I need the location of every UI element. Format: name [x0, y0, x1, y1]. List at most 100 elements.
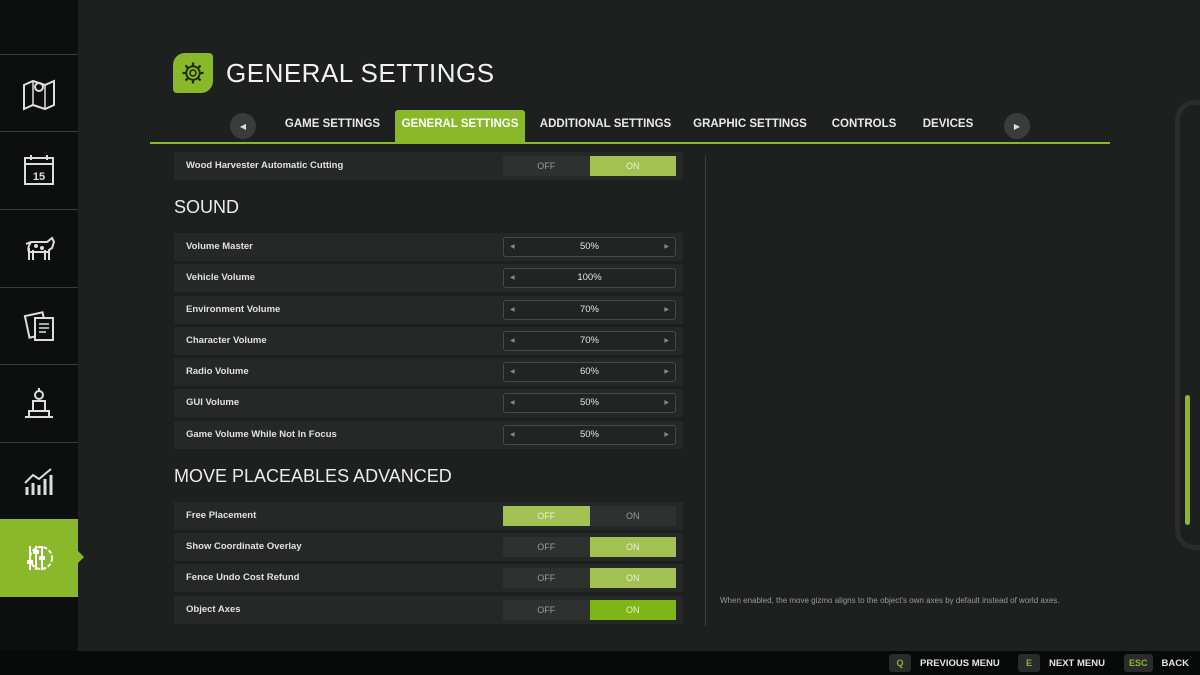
setting-label: Game Volume While Not In Focus — [186, 429, 337, 440]
setting-row-radio-volume: Radio Volume ◀ 60% ▶ — [174, 358, 683, 386]
setting-row-object-axes: Object Axes OFF ON — [174, 596, 683, 624]
environment-volume-stepper[interactable]: ◀ 70% ▶ — [503, 300, 676, 320]
hint-label: PREVIOUS MENU — [920, 657, 1000, 669]
stepper-value: 70% — [579, 335, 599, 346]
sidebar: 15 — [0, 0, 84, 651]
toggle-off[interactable]: OFF — [503, 600, 590, 620]
page-title: GENERAL SETTINGS — [226, 58, 495, 88]
stepper-right-icon[interactable]: ▶ — [664, 238, 669, 256]
tab-graphic-settings[interactable]: GRAPHIC SETTINGS — [688, 110, 812, 142]
hint-next-menu[interactable]: E NEXT MENU — [1018, 654, 1105, 672]
setting-row-character-volume: Character Volume ◀ 70% ▶ — [174, 327, 683, 355]
map-icon — [23, 78, 55, 111]
stepper-right-icon[interactable]: ▶ — [664, 332, 669, 350]
tab-general-settings[interactable]: GENERAL SETTINGS — [395, 110, 525, 142]
toggle-on[interactable]: ON — [589, 156, 676, 176]
fence-undo-refund-toggle[interactable]: OFF ON — [503, 568, 676, 588]
left-arrow-icon: ◀ — [239, 121, 247, 131]
help-text: When enabled, the move gizmo aligns to t… — [720, 596, 1060, 605]
toggle-on[interactable]: ON — [589, 568, 676, 588]
setting-row-gui-volume: GUI Volume ◀ 50% ▶ — [174, 389, 683, 417]
stepper-value: 70% — [579, 304, 599, 315]
section-title-sound: SOUND — [174, 197, 240, 217]
stepper-value: 50% — [579, 429, 599, 440]
setting-row-coordinate-overlay: Show Coordinate Overlay OFF ON — [174, 533, 683, 561]
tab-next-button[interactable]: ▶ — [1004, 113, 1030, 139]
key-esc: ESC — [1124, 654, 1153, 672]
sidebar-item-production[interactable] — [0, 364, 78, 440]
hint-back[interactable]: ESC BACK — [1124, 654, 1189, 672]
stepper-value: 50% — [579, 397, 599, 408]
gui-volume-stepper[interactable]: ◀ 50% ▶ — [503, 393, 676, 413]
setting-label: GUI Volume — [186, 397, 240, 408]
setting-label: Vehicle Volume — [186, 272, 255, 283]
production-icon — [25, 387, 53, 418]
toggle-off[interactable]: OFF — [503, 506, 590, 526]
stepper-value: 60% — [579, 366, 599, 377]
setting-label: Show Coordinate Overlay — [186, 541, 302, 552]
sidebar-item-settings[interactable] — [0, 519, 84, 597]
sidebar-item-contracts[interactable] — [0, 287, 78, 363]
game-volume-unfocused-stepper[interactable]: ◀ 50% ▶ — [503, 425, 676, 445]
setting-label: Radio Volume — [186, 366, 249, 377]
stepper-right-icon[interactable]: ▶ — [664, 363, 669, 381]
sidebar-item-map[interactable] — [0, 54, 78, 130]
tab-devices[interactable]: DEVICES — [916, 110, 980, 142]
calendar-day: 15 — [33, 171, 45, 183]
character-volume-stepper[interactable]: ◀ 70% ▶ — [503, 331, 676, 351]
radio-volume-stepper[interactable]: ◀ 60% ▶ — [503, 362, 676, 382]
toggle-on[interactable]: ON — [590, 506, 677, 526]
setting-label: Wood Harvester Automatic Cutting — [186, 160, 344, 171]
setting-row-free-placement: Free Placement OFF ON — [174, 502, 683, 530]
wood-harvester-toggle[interactable]: OFF ON — [503, 156, 676, 176]
contracts-icon — [23, 310, 54, 341]
hint-previous-menu[interactable]: Q PREVIOUS MENU — [889, 654, 1000, 672]
cow-icon — [25, 235, 56, 260]
stepper-right-icon[interactable]: ▶ — [664, 394, 669, 412]
tab-additional-settings[interactable]: ADDITIONAL SETTINGS — [537, 110, 674, 142]
toggle-off[interactable]: OFF — [503, 156, 590, 176]
setting-label: Fence Undo Cost Refund — [186, 572, 300, 583]
coordinate-overlay-toggle[interactable]: OFF ON — [503, 537, 676, 557]
tab-game-settings[interactable]: GAME SETTINGS — [280, 110, 385, 142]
settings-sliders-icon — [27, 546, 53, 570]
setting-row-environment-volume: Environment Volume ◀ 70% ▶ — [174, 296, 683, 324]
setting-label: Object Axes — [186, 604, 241, 615]
setting-label: Free Placement — [186, 510, 257, 521]
free-placement-toggle[interactable]: OFF ON — [503, 506, 676, 526]
setting-row-game-volume-unfocused: Game Volume While Not In Focus ◀ 50% ▶ — [174, 421, 683, 449]
toggle-on[interactable]: ON — [589, 600, 676, 620]
key-q: Q — [889, 654, 911, 672]
sidebar-item-calendar[interactable]: 15 — [0, 131, 78, 207]
vehicle-volume-stepper[interactable]: ◀ 100% — [503, 268, 676, 288]
stepper-value: 100% — [577, 272, 602, 283]
tab-prev-button[interactable]: ◀ — [230, 113, 256, 139]
scrollbar-thumb[interactable] — [1185, 395, 1190, 525]
setting-label: Character Volume — [186, 335, 267, 346]
setting-row-volume-master: Volume Master ◀ 50% ▶ — [174, 233, 683, 261]
header-gear-badge — [173, 53, 213, 93]
stepper-right-icon[interactable]: ▶ — [664, 426, 669, 444]
hint-label: NEXT MENU — [1049, 657, 1105, 669]
setting-row-fence-undo-refund: Fence Undo Cost Refund OFF ON — [174, 564, 683, 592]
calendar-icon: 15 — [24, 154, 54, 185]
statistics-icon — [24, 467, 53, 495]
panel-divider — [705, 156, 706, 626]
gear-icon — [182, 62, 204, 84]
sidebar-item-statistics[interactable] — [0, 442, 78, 518]
toggle-off[interactable]: OFF — [503, 568, 590, 588]
tab-controls[interactable]: CONTROLS — [826, 110, 902, 142]
section-title-move-placeables: MOVE PLACEABLES ADVANCED — [174, 466, 452, 486]
sidebar-item-animals[interactable] — [0, 209, 78, 285]
setting-row-wood-harvester: Wood Harvester Automatic Cutting OFF ON — [174, 152, 683, 180]
key-e: E — [1018, 654, 1040, 672]
stepper-right-icon[interactable]: ▶ — [664, 301, 669, 319]
object-axes-toggle[interactable]: OFF ON — [503, 600, 676, 620]
hint-label: BACK — [1161, 657, 1189, 669]
setting-label: Environment Volume — [186, 304, 281, 315]
volume-master-stepper[interactable]: ◀ 50% ▶ — [503, 237, 676, 257]
setting-label: Volume Master — [186, 241, 253, 252]
toggle-off[interactable]: OFF — [503, 537, 590, 557]
toggle-on[interactable]: ON — [589, 537, 676, 557]
right-arrow-icon: ▶ — [1013, 121, 1021, 131]
